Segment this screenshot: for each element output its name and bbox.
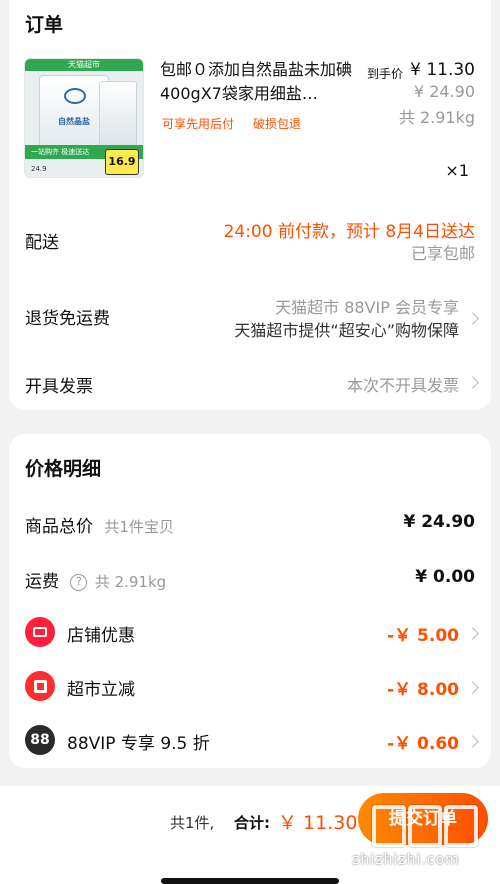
product-image-store-label: 天猫超市 bbox=[25, 59, 143, 71]
returns-line1: 天猫超市 88VIP 会员专享 bbox=[275, 298, 459, 317]
returns-label: 退货免运费 bbox=[25, 309, 110, 329]
price-detail-title: 价格明细 bbox=[25, 458, 102, 480]
product-quantity: ×1 bbox=[445, 161, 469, 180]
watermark-glyph bbox=[372, 805, 406, 847]
shipping-label-text: 运费 bbox=[25, 572, 59, 592]
product-image[interactable]: 天猫超市 自然晶盐 一站购齐 极速送达 24.9 16.9 bbox=[24, 58, 144, 178]
product-title[interactable]: 包邮０添加自然晶盐未加碘400gX7袋家用细盐… bbox=[160, 58, 365, 106]
chevron-right-icon bbox=[466, 681, 479, 694]
vip88-icon-text: 88 bbox=[30, 732, 50, 748]
total-label: 合计: bbox=[234, 814, 270, 832]
invoice-label: 开具发票 bbox=[25, 377, 93, 397]
subtotal-value: ¥ 24.90 bbox=[403, 512, 475, 532]
order-title: 订单 bbox=[25, 14, 64, 36]
chevron-right-icon bbox=[466, 312, 479, 325]
delivery-promise: 24:00 前付款，预计 8月4日送达 bbox=[223, 222, 475, 242]
watermark-glyph bbox=[444, 805, 478, 847]
delivery-label: 配送 bbox=[25, 233, 59, 253]
watermark-glyph bbox=[408, 805, 442, 847]
price-original: ¥ 24.90 bbox=[413, 82, 475, 101]
tag-pay-later: 可享先用后付 bbox=[162, 117, 235, 131]
chevron-right-icon bbox=[466, 376, 479, 389]
subtotal-label-text: 商品总价 bbox=[25, 517, 93, 537]
product-image-small-price: 24.9 bbox=[31, 165, 47, 173]
vip-discount-value: -￥ 0.60 bbox=[387, 734, 459, 754]
shipping-label: 运费 ? 共 2.91kg bbox=[25, 567, 166, 592]
product-logo-graphic bbox=[64, 88, 86, 104]
watermark-logo bbox=[354, 800, 496, 852]
vip88-icon: 88 bbox=[25, 725, 55, 755]
price-label: 到手价 bbox=[367, 67, 404, 81]
chevron-right-icon bbox=[466, 735, 479, 748]
subtotal-note: 共1件宝贝 bbox=[104, 518, 174, 536]
help-icon[interactable]: ? bbox=[70, 573, 88, 591]
product-image-bag-text: 自然晶盐 bbox=[58, 117, 90, 126]
price-now: ¥ 11.30 bbox=[410, 60, 475, 80]
shipping-value: ¥ 0.00 bbox=[415, 567, 475, 587]
vip-discount-label: 88VIP 专享 9.5 折 bbox=[67, 734, 210, 754]
shop-discount-label: 店铺优惠 bbox=[67, 626, 135, 646]
invoice-value: 本次不开具发票 bbox=[346, 376, 459, 395]
total-count: 共1件, bbox=[170, 814, 215, 832]
product-weight: 共 2.91kg bbox=[398, 108, 475, 127]
product-image-price-tag: 16.9 bbox=[105, 149, 139, 175]
returns-line2: 天猫超市提供“超安心”购物保障 bbox=[234, 321, 459, 340]
market-discount-value: -￥ 8.00 bbox=[387, 680, 459, 700]
supermarket-icon bbox=[25, 671, 55, 701]
chevron-right-icon bbox=[466, 627, 479, 640]
market-discount-label: 超市立减 bbox=[67, 680, 135, 700]
subtotal-label: 商品总价 共1件宝贝 bbox=[25, 512, 174, 537]
watermark-text: zhizhizhi.com bbox=[352, 852, 460, 868]
order-card: 订单 天猫超市 自然晶盐 一站购齐 极速送达 24.9 16.9 包邮０添加自然… bbox=[9, 0, 491, 410]
tag-damage-refund: 破损包退 bbox=[253, 117, 302, 131]
delivery-note: 已享包邮 bbox=[410, 244, 475, 263]
ticket-icon bbox=[25, 617, 55, 647]
total-amount: ￥ 11.30 bbox=[278, 812, 358, 834]
shop-discount-value: -￥ 5.00 bbox=[387, 626, 459, 646]
home-indicator[interactable] bbox=[161, 878, 339, 884]
shipping-note: 共 2.91kg bbox=[94, 573, 167, 591]
price-detail-card: 价格明细 商品总价 共1件宝贝 ¥ 24.90 运费 ? 共 2.91kg ¥ … bbox=[9, 434, 491, 768]
